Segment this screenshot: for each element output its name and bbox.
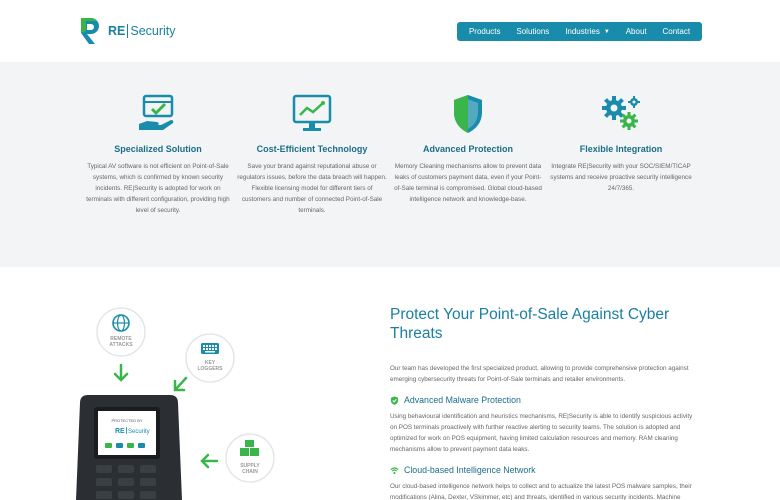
shield-check-icon — [390, 395, 399, 405]
feature-text: Typical AV software is not efficient on … — [86, 163, 230, 214]
logo[interactable]: RE Security — [78, 16, 176, 46]
features-section: Specialized Solution Typical AV software… — [0, 62, 780, 267]
feature-title: Specialized Solution — [114, 144, 202, 154]
section-text: Using behavioural identification and heu… — [390, 413, 693, 453]
bubble-label-line2: CHAIN — [242, 469, 258, 475]
feature-text: Save your brand against reputational abu… — [237, 163, 387, 214]
pos-illustration: REMOTE ATTACKS KEY LOGGERS SUPPLY CHAIN … — [60, 295, 320, 500]
arrow-left-icon — [200, 453, 219, 469]
keypad — [96, 465, 156, 499]
gears-icon — [602, 96, 640, 130]
section-heading-malware: Advanced Malware Protection — [390, 395, 700, 405]
screen-brand-prefix: RE — [115, 428, 125, 435]
feature-flexible-integration: Flexible Integration Integrate RE|Securi… — [546, 94, 696, 194]
logo-text: RE Security — [108, 24, 176, 38]
feature-title: Flexible Integration — [579, 144, 663, 154]
feature-title: Advanced Protection — [422, 144, 514, 154]
feature-cost-efficient: Cost-Efficient Technology Save your bran… — [237, 94, 387, 216]
pos-terminal: PROTECTED BY RE Security — [76, 395, 182, 500]
feature-title: Cost-Efficient Technology — [256, 144, 368, 154]
nav-contact[interactable]: Contact — [662, 27, 690, 36]
keyboard-icon — [201, 343, 219, 354]
screen-brand-divider — [126, 427, 127, 434]
screen-protected-by: PROTECTED BY — [111, 418, 142, 423]
bubble-label-line2: ATTACKS — [109, 342, 133, 348]
pos-illustration-graphic: REMOTE ATTACKS KEY LOGGERS SUPPLY CHAIN … — [76, 307, 275, 500]
logo-mark-icon — [81, 18, 99, 44]
page-title: Protect Your Point-of-Sale Against Cyber… — [390, 306, 670, 342]
feature-text: Integrate RE|Security with your SOC/SIEM… — [550, 163, 692, 192]
feature-text: Memory Cleaning mechanisms allow to prev… — [394, 163, 542, 203]
feature-specialized-solution: Specialized Solution Typical AV software… — [83, 94, 233, 216]
site-header: RE Security Products Solutions Industrie… — [0, 0, 780, 62]
logo-prefix: RE — [108, 24, 126, 38]
section-heading-text: Advanced Malware Protection — [404, 395, 521, 405]
main-nav: Products Solutions Industries ▼ About Con… — [457, 22, 702, 41]
main-content: Protect Your Point-of-Sale Against Cyber… — [390, 305, 700, 500]
nav-products-label: Products — [468, 27, 501, 36]
nav-products[interactable]: Products — [469, 27, 501, 36]
arrow-down-icon — [113, 363, 129, 382]
hand-shield-check-icon — [139, 94, 174, 130]
nav-solutions-label: Solutions — [516, 27, 550, 36]
shield-icon — [454, 95, 482, 133]
supply-chain-bubble: SUPPLY CHAIN — [225, 433, 275, 483]
nav-about-label: About — [625, 27, 647, 36]
nav-about[interactable]: About — [626, 27, 647, 36]
nav-industries-label: Industries — [565, 27, 600, 36]
nav-contact-label: Contact — [662, 27, 691, 36]
section-heading-text: Cloud-based Intelligence Network — [404, 465, 536, 475]
section-heading-cloud: Cloud-based Intelligence Network — [390, 465, 700, 475]
bubble-label-line2: LOGGERS — [197, 366, 223, 372]
nav-solutions[interactable]: Solutions — [516, 27, 549, 36]
logo-suffix: Security — [130, 24, 176, 38]
remote-attacks-bubble: REMOTE ATTACKS — [96, 307, 146, 357]
nav-industries[interactable]: Industries ▼ — [565, 27, 610, 36]
monitor-trend-icon — [292, 94, 332, 131]
chevron-down-icon: ▼ — [603, 28, 610, 35]
wifi-icon — [390, 466, 399, 474]
section-text: Our cloud-based intelligence network hel… — [390, 483, 692, 500]
feature-advanced-protection: Advanced Protection Memory Cleaning mech… — [393, 94, 543, 205]
screen-brand-suffix: Security — [128, 429, 150, 435]
logo-divider — [127, 24, 129, 38]
arrow-down-left-icon — [173, 376, 188, 392]
intro-text: Our team has developed the first special… — [390, 365, 689, 383]
key-loggers-bubble: KEY LOGGERS — [185, 333, 235, 383]
